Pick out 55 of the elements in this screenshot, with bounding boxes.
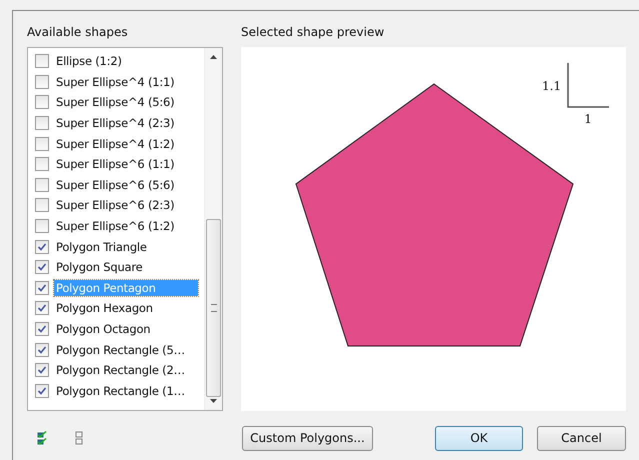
scroll-up-icon[interactable] (210, 55, 217, 59)
scrollbar[interactable] (204, 48, 222, 410)
uncheck-all-icon[interactable] (75, 431, 83, 445)
shape-item[interactable]: Super Ellipse^4 (5:6) (54, 94, 176, 110)
checkmark-icon (37, 365, 47, 376)
dialog-button[interactable]: Cancel (537, 426, 626, 450)
checkmark-icon (37, 303, 47, 314)
checkbox[interactable] (35, 219, 49, 234)
checkbox[interactable] (35, 322, 49, 336)
shape-item[interactable]: Polygon Octagon (54, 321, 152, 338)
shape-item[interactable]: Super Ellipse^4 (1:1) (54, 74, 176, 90)
checkbox[interactable] (35, 240, 49, 254)
checkbox[interactable] (35, 116, 49, 130)
shape-item[interactable]: Super Ellipse^6 (5:6) (54, 176, 176, 193)
checkbox[interactable] (35, 74, 49, 89)
shape-item[interactable]: Polygon Rectangle (2… (54, 362, 187, 378)
shape-item[interactable]: Super Ellipse^4 (2:3) (54, 115, 176, 132)
checkmark-icon (37, 344, 47, 355)
aspect-height: 1.1 (542, 78, 562, 92)
shape-item[interactable]: Polygon Rectangle (5… (54, 342, 187, 358)
axes-icon (567, 63, 610, 108)
shape-item[interactable]: Super Ellipse^6 (2:3) (54, 197, 176, 214)
aspect-width: 1 (584, 112, 592, 126)
checkmark-icon (37, 282, 47, 293)
panel-label: Selected shape preview (241, 25, 386, 41)
checkbox[interactable] (35, 363, 49, 378)
shape-item[interactable]: Polygon Square (54, 259, 145, 276)
checkbox[interactable] (35, 54, 49, 68)
panel-label: Available shapes (27, 25, 129, 41)
shape-item[interactable]: Super Ellipse^6 (1:2) (54, 218, 176, 234)
shape-item[interactable]: Polygon Hexagon (54, 300, 155, 316)
shape-item[interactable]: Super Ellipse^4 (1:2) (54, 136, 176, 152)
check-all-icon[interactable] (37, 431, 47, 445)
checkmark-icon (37, 386, 47, 396)
checkbox[interactable] (35, 198, 49, 212)
checkbox[interactable] (35, 136, 49, 151)
checkbox[interactable] (35, 157, 49, 172)
dialog-button[interactable]: OK (435, 426, 523, 450)
checkbox[interactable] (35, 178, 49, 192)
scroll-down-icon[interactable] (210, 399, 217, 403)
checkmark-icon (37, 242, 47, 252)
checkbox[interactable] (35, 384, 49, 398)
shape-item[interactable]: Polygon Rectangle (1… (54, 382, 187, 399)
scroll-thumb[interactable] (206, 219, 221, 397)
checkbox[interactable] (35, 95, 49, 110)
checkbox[interactable] (35, 260, 49, 274)
checkmark-icon (37, 262, 47, 272)
checkbox[interactable] (35, 342, 49, 357)
checkbox[interactable] (35, 301, 49, 316)
checkmark-icon (37, 324, 47, 334)
shape-item[interactable]: Polygon Triangle (54, 238, 149, 255)
dialog-button[interactable]: Custom Polygons... (242, 426, 373, 450)
shape-item[interactable]: Super Ellipse^6 (1:1) (54, 156, 176, 172)
checkbox[interactable] (35, 280, 49, 295)
shape-item[interactable]: Ellipse (1:2) (54, 53, 124, 70)
